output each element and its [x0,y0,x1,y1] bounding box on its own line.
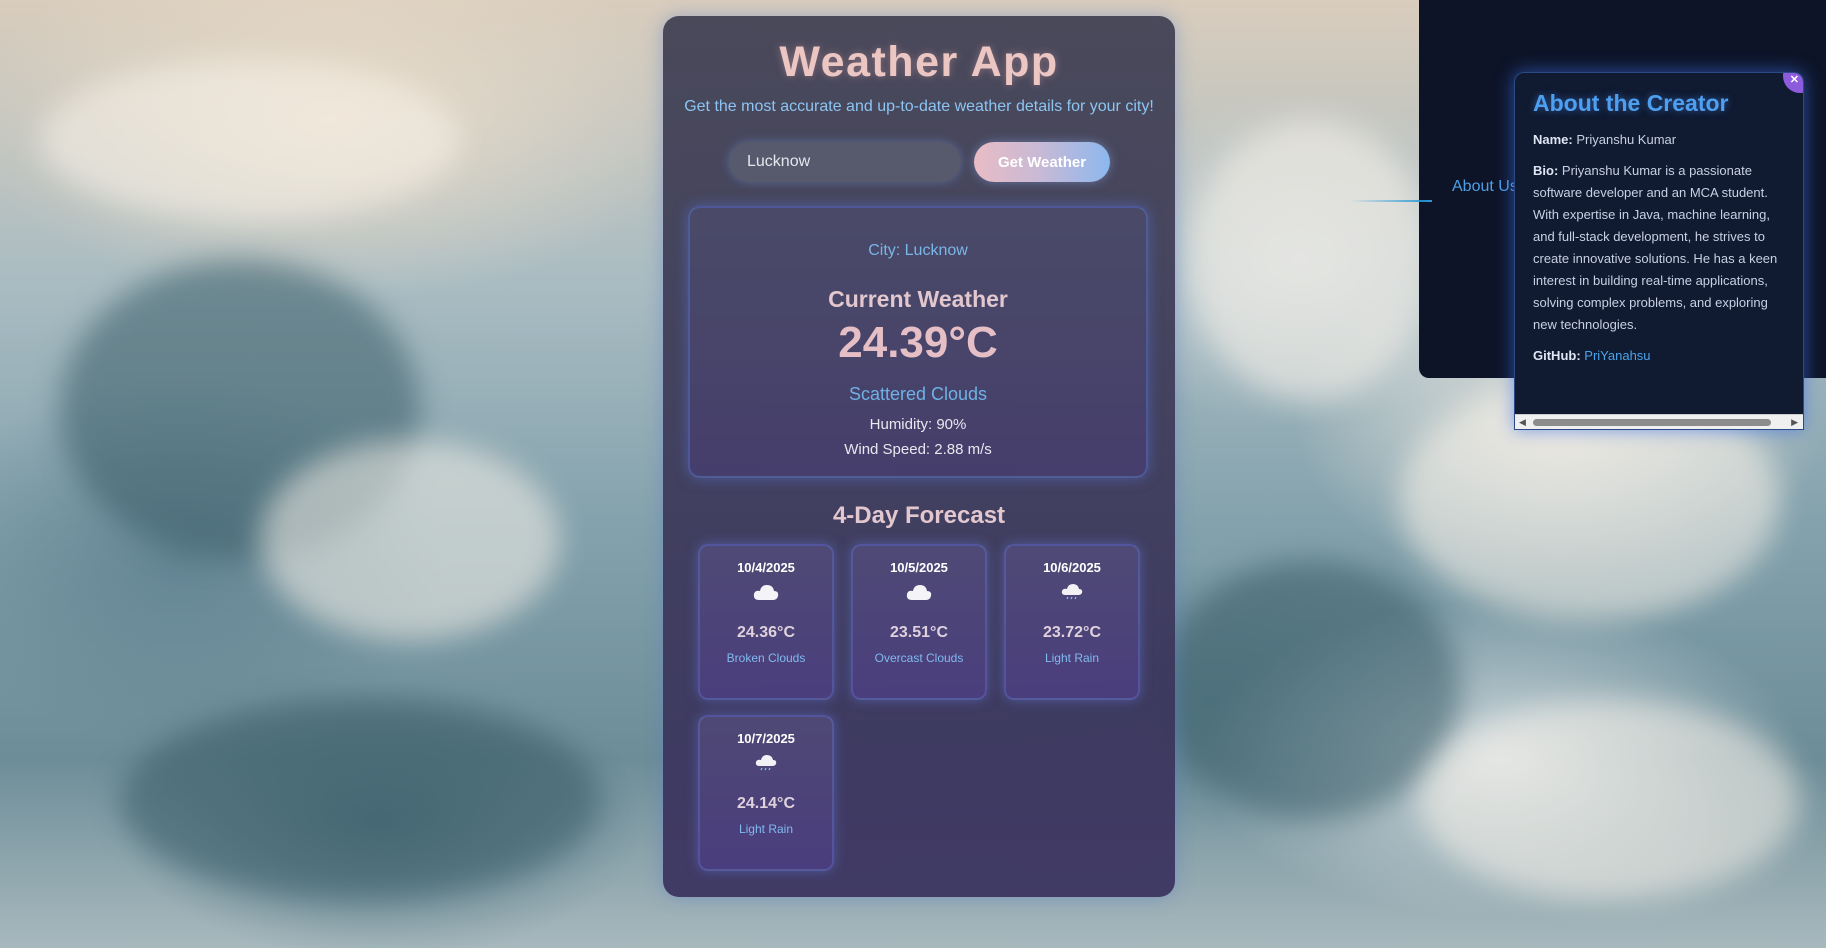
forecast-temp: 24.36°C [737,624,795,641]
cloud-rain-icon [700,753,832,779]
scroll-right-arrow-icon[interactable]: ▶ [1791,417,1798,428]
forecast-temp: 24.14°C [737,795,795,812]
forecast-date: 10/4/2025 [737,560,795,575]
forecast-date: 10/7/2025 [737,731,795,746]
creator-github-row: GitHub: PriYanahsu [1533,345,1783,367]
current-description: Scattered Clouds [848,384,988,404]
forecast-card: 10/7/2025 24.14°C Light Rain [698,715,834,871]
about-us-link[interactable]: About Us [1452,178,1518,196]
city-search-input[interactable] [729,142,961,182]
creator-bio-row: Bio: Priyanshu Kumar is a passionate sof… [1533,160,1783,336]
cloud-shape [1190,120,1430,400]
get-weather-button[interactable]: Get Weather [974,142,1110,182]
github-label: GitHub: [1533,348,1581,363]
forecast-description: Overcast Clouds [874,651,964,665]
link-underline-decoration [1350,200,1432,202]
forecast-description: Broken Clouds [726,651,806,665]
app-title: Weather App [779,38,1059,86]
forecast-card: 10/4/2025 24.36°C Broken Clouds [698,544,834,700]
creator-name: Priyanshu Kumar [1576,132,1677,147]
cloud-shape [40,60,460,220]
current-weather-card: City: Lucknow Current Weather 24.39°C Sc… [688,206,1148,478]
name-label: Name: [1533,132,1573,147]
horizontal-scrollbar[interactable]: ◀ ▶ [1515,414,1803,429]
forecast-description: Light Rain [1044,651,1100,665]
creator-panel-title: About the Creator [1533,90,1729,116]
creator-bio: Priyanshu Kumar is a passionate software… [1533,163,1778,332]
cloud-shape [260,440,560,640]
humidity-value: Humidity: 90% [869,416,967,433]
forecast-date: 10/5/2025 [890,560,948,575]
creator-name-row: Name: Priyanshu Kumar [1533,129,1783,151]
cloud-icon [853,582,985,608]
weather-card: Weather App Get the most accurate and up… [663,16,1175,897]
creator-details: Name: Priyanshu Kumar Bio: Priyanshu Kum… [1533,129,1783,367]
forecast-date: 10/6/2025 [1043,560,1101,575]
forecast-card: 10/6/2025 23.72°C Light Rain [1004,544,1140,700]
about-creator-panel: ✕ About the Creator Name: Priyanshu Kuma… [1514,72,1804,430]
city-label: City: Lucknow [868,242,968,259]
forecast-description: Light Rain [738,822,794,836]
app-subtitle: Get the most accurate and up-to-date wea… [684,98,1154,115]
cloud-shape [1160,560,1460,820]
cloud-shape [120,700,600,900]
cloud-shape [1420,700,1800,900]
wind-speed-value: Wind Speed: 2.88 m/s [844,441,992,458]
cloud-icon [700,582,832,608]
forecast-card: 10/5/2025 23.51°C Overcast Clouds [851,544,987,700]
bio-label: Bio: [1533,163,1559,178]
current-weather-heading: Current Weather [828,286,1008,312]
cloud-rain-icon [1006,582,1138,608]
current-temperature: 24.39°C [838,318,998,367]
forecast-temp: 23.72°C [1043,624,1101,641]
close-icon[interactable]: ✕ [1790,73,1799,86]
scroll-left-arrow-icon[interactable]: ◀ [1519,417,1526,428]
forecast-temp: 23.51°C [890,624,948,641]
scrollbar-thumb[interactable] [1533,419,1771,426]
forecast-heading: 4-Day Forecast [832,502,1006,529]
github-link[interactable]: PriYanahsu [1584,348,1650,363]
